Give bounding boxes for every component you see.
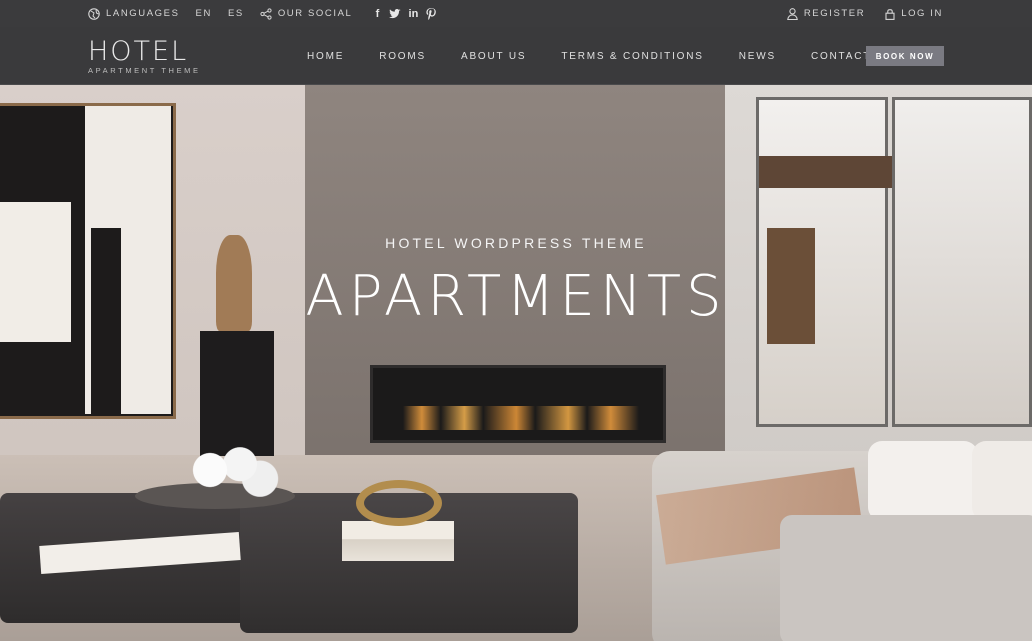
- login-label: LOG IN: [901, 8, 943, 19]
- languages-menu[interactable]: LANGUAGES: [88, 7, 180, 20]
- lang-es-link[interactable]: ES: [228, 8, 244, 19]
- social-menu[interactable]: OUR SOCIAL: [260, 7, 353, 20]
- login-link[interactable]: LOG IN: [885, 8, 943, 20]
- topbar-left: LANGUAGES EN ES OUR SOCIAL f in: [88, 0, 442, 27]
- linkedin-icon[interactable]: in: [406, 7, 420, 21]
- main-nav: HOME ROOMS ABOUT US TERMS & CONDITIONS N…: [307, 27, 906, 85]
- pinterest-icon[interactable]: [424, 7, 438, 21]
- social-label: OUR SOCIAL: [277, 8, 353, 19]
- nav-rooms[interactable]: ROOMS: [379, 51, 426, 62]
- lock-icon: [885, 8, 895, 20]
- lang-en-link[interactable]: EN: [196, 8, 212, 19]
- hero-headline: APARTMENTS: [305, 264, 727, 329]
- user-icon: [786, 7, 798, 20]
- social-icons: f in: [370, 7, 442, 21]
- register-link[interactable]: REGISTER: [786, 7, 866, 20]
- site-logo[interactable]: HOTEL APARTMENT THEME: [88, 38, 201, 75]
- nav-about-us[interactable]: ABOUT US: [461, 51, 526, 62]
- twitter-icon[interactable]: [388, 7, 402, 21]
- register-label: REGISTER: [803, 8, 866, 19]
- nav-home[interactable]: HOME: [307, 51, 344, 62]
- nav-terms-conditions[interactable]: TERMS & CONDITIONS: [561, 51, 703, 62]
- nav-news[interactable]: NEWS: [739, 51, 776, 62]
- facebook-icon[interactable]: f: [370, 7, 384, 21]
- topbar-right: REGISTER LOG IN: [767, 0, 943, 27]
- logo-title: HOTEL: [88, 36, 189, 67]
- hero-text: HOTEL WORDPRESS THEME APARTMENTS: [0, 85, 1032, 641]
- globe-icon: [88, 7, 100, 20]
- share-icon: [260, 7, 272, 20]
- hero-kicker: HOTEL WORDPRESS THEME: [385, 235, 647, 251]
- book-now-button[interactable]: BOOK NOW: [866, 46, 944, 66]
- logo-subtitle: APARTMENT THEME: [88, 66, 201, 75]
- hero-section: HOTEL WORDPRESS THEME APARTMENTS: [0, 85, 1032, 641]
- nav-contact[interactable]: CONTACT: [811, 51, 871, 62]
- languages-label: LANGUAGES: [106, 8, 180, 19]
- top-utility-bar: LANGUAGES EN ES OUR SOCIAL f in REGISTER…: [0, 0, 1032, 27]
- main-header: HOTEL APARTMENT THEME HOME ROOMS ABOUT U…: [0, 27, 1032, 85]
